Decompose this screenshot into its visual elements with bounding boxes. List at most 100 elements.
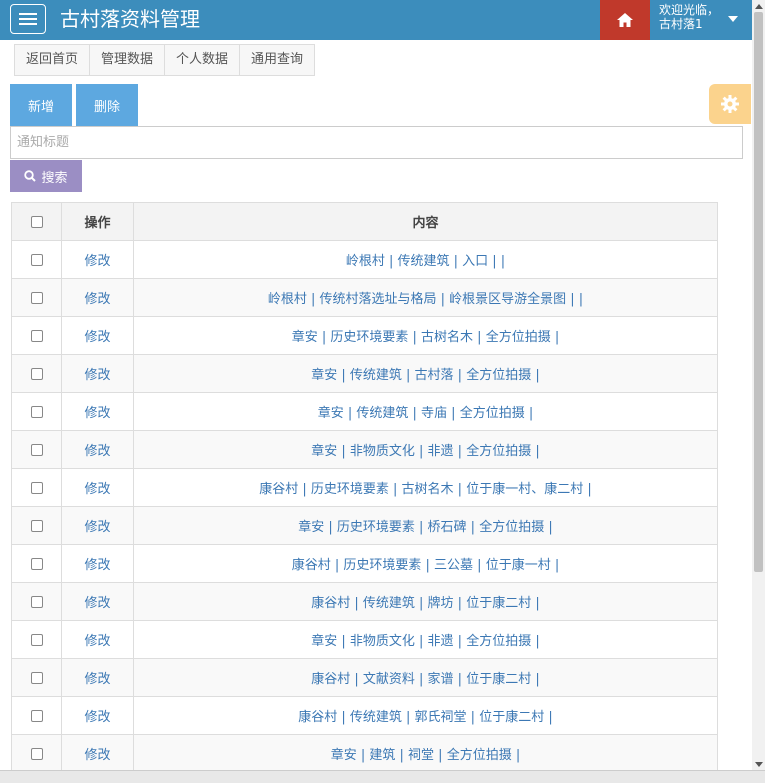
row-checkbox[interactable] (30, 519, 43, 532)
row-content-link[interactable]: 章安 | 历史环境要素 | 桥石碑 | 全方位拍摄 | (298, 520, 552, 535)
edit-link[interactable]: 修改 (84, 292, 110, 307)
row-select-cell (11, 354, 62, 393)
row-checkbox[interactable] (30, 595, 43, 608)
row-content-cell: 康谷村 | 历史环境要素 | 三公墓 | 位于康一村 | (133, 544, 718, 583)
row-action-cell: 修改 (61, 734, 134, 773)
browser-status-bar (0, 770, 765, 783)
scroll-down-icon[interactable] (755, 762, 763, 767)
row-action-cell: 修改 (61, 240, 134, 279)
table-row: 修改 康谷村 | 传统建筑 | 牌坊 | 位于康二村 | (11, 582, 718, 621)
user-menu[interactable]: 欢迎光临， 古村落1 (651, 0, 752, 40)
row-checkbox[interactable] (30, 709, 43, 722)
row-action-cell: 修改 (61, 658, 134, 697)
table-row: 修改 康谷村 | 历史环境要素 | 古树名木 | 位于康一村、康二村 | (11, 468, 718, 507)
row-content-cell: 章安 | 建筑 | 祠堂 | 全方位拍摄 | (133, 734, 718, 773)
row-content-link[interactable]: 章安 | 传统建筑 | 寺庙 | 全方位拍摄 | (318, 406, 533, 421)
hamburger-menu-icon[interactable] (10, 4, 46, 34)
app-title: 古村落资料管理 (60, 7, 200, 31)
edit-link[interactable]: 修改 (84, 254, 110, 269)
row-content-link[interactable]: 章安 | 传统建筑 | 古村落 | 全方位拍摄 | (311, 368, 539, 383)
tab-personal-data[interactable]: 个人数据 (165, 44, 241, 76)
row-select-cell (11, 468, 62, 507)
row-content-cell: 康谷村 | 传统建筑 | 牌坊 | 位于康二村 | (133, 582, 718, 621)
search-input[interactable] (10, 126, 743, 159)
search-icon (24, 170, 37, 182)
edit-link[interactable]: 修改 (84, 406, 110, 421)
edit-link[interactable]: 修改 (84, 444, 110, 459)
row-action-cell: 修改 (61, 582, 134, 621)
edit-link[interactable]: 修改 (84, 748, 110, 763)
column-header-content: 内容 (133, 202, 718, 241)
row-content-link[interactable]: 康谷村 | 历史环境要素 | 三公墓 | 位于康一村 | (292, 558, 559, 573)
row-action-cell: 修改 (61, 316, 134, 355)
table-row: 修改 康谷村 | 文献资料 | 家谱 | 位于康二村 | (11, 658, 718, 697)
row-content-link[interactable]: 章安 | 建筑 | 祠堂 | 全方位拍摄 | (331, 748, 520, 763)
row-select-cell (11, 316, 62, 355)
row-checkbox[interactable] (30, 633, 43, 646)
row-content-link[interactable]: 岭根村 | 传统建筑 | 入口 | | (346, 254, 505, 269)
scroll-up-icon[interactable] (755, 4, 763, 9)
row-content-cell: 章安 | 历史环境要素 | 古树名木 | 全方位拍摄 | (133, 316, 718, 355)
table-row: 修改 章安 | 传统建筑 | 寺庙 | 全方位拍摄 | (11, 392, 718, 431)
row-content-link[interactable]: 章安 | 非物质文化 | 非遗 | 全方位拍摄 | (311, 634, 539, 649)
row-checkbox[interactable] (30, 671, 43, 684)
edit-link[interactable]: 修改 (84, 672, 110, 687)
row-checkbox[interactable] (30, 443, 43, 456)
row-checkbox[interactable] (30, 329, 43, 342)
vertical-scrollbar[interactable] (752, 0, 765, 770)
row-content-cell: 章安 | 非物质文化 | 非遗 | 全方位拍摄 | (133, 430, 718, 469)
username: 古村落1 (659, 17, 703, 31)
row-select-cell (11, 506, 62, 545)
row-content-link[interactable]: 康谷村 | 历史环境要素 | 古树名木 | 位于康一村、康二村 | (259, 482, 591, 497)
row-content-link[interactable]: 康谷村 | 传统建筑 | 郭氏祠堂 | 位于康二村 | (298, 710, 552, 725)
row-checkbox[interactable] (30, 557, 43, 570)
row-content-link[interactable]: 章安 | 非物质文化 | 非遗 | 全方位拍摄 | (311, 444, 539, 459)
row-content-link[interactable]: 康谷村 | 传统建筑 | 牌坊 | 位于康二村 | (311, 596, 539, 611)
row-content-cell: 岭根村 | 传统村落选址与格局 | 岭根景区导游全景图 | | (133, 278, 718, 317)
row-content-cell: 康谷村 | 文献资料 | 家谱 | 位于康二村 | (133, 658, 718, 697)
add-button[interactable]: 新增 (10, 84, 72, 126)
row-checkbox[interactable] (30, 253, 43, 266)
settings-button[interactable] (709, 84, 751, 124)
row-content-cell: 岭根村 | 传统建筑 | 入口 | | (133, 240, 718, 279)
row-select-cell (11, 544, 62, 583)
row-select-cell (11, 582, 62, 621)
delete-button[interactable]: 删除 (76, 84, 138, 126)
table-row: 修改 章安 | 非物质文化 | 非遗 | 全方位拍摄 | (11, 620, 718, 659)
tab-home[interactable]: 返回首页 (14, 44, 91, 76)
search-button[interactable]: 搜索 (10, 160, 82, 192)
select-all-checkbox[interactable] (30, 215, 43, 228)
table-row: 修改 章安 | 历史环境要素 | 桥石碑 | 全方位拍摄 | (11, 506, 718, 545)
row-action-cell: 修改 (61, 468, 134, 507)
home-button[interactable] (600, 0, 650, 40)
row-action-cell: 修改 (61, 354, 134, 393)
edit-link[interactable]: 修改 (84, 558, 110, 573)
row-checkbox[interactable] (30, 405, 43, 418)
tab-general-query[interactable]: 通用查询 (240, 44, 316, 76)
nav-tabs: 返回首页 管理数据 个人数据 通用查询 (14, 44, 316, 76)
edit-link[interactable]: 修改 (84, 482, 110, 497)
edit-link[interactable]: 修改 (84, 368, 110, 383)
row-content-link[interactable]: 岭根村 | 传统村落选址与格局 | 岭根景区导游全景图 | | (268, 292, 583, 307)
row-content-link[interactable]: 康谷村 | 文献资料 | 家谱 | 位于康二村 | (311, 672, 539, 687)
edit-link[interactable]: 修改 (84, 520, 110, 535)
table-row: 修改 章安 | 建筑 | 祠堂 | 全方位拍摄 | (11, 734, 718, 773)
scroll-thumb[interactable] (754, 12, 763, 572)
row-checkbox[interactable] (30, 481, 43, 494)
tab-manage-data[interactable]: 管理数据 (90, 44, 166, 76)
row-checkbox[interactable] (30, 747, 43, 760)
row-checkbox[interactable] (30, 367, 43, 380)
edit-link[interactable]: 修改 (84, 710, 110, 725)
row-action-cell: 修改 (61, 696, 134, 735)
edit-link[interactable]: 修改 (84, 596, 110, 611)
table-body: 修改 岭根村 | 传统建筑 | 入口 | | 修改 岭根村 | 传统村落选址与格局 |… (11, 240, 718, 773)
row-content-link[interactable]: 章安 | 历史环境要素 | 古树名木 | 全方位拍摄 | (292, 330, 559, 345)
table-row: 修改 岭根村 | 传统建筑 | 入口 | | (11, 240, 718, 279)
row-select-cell (11, 734, 62, 773)
table-row: 修改 康谷村 | 历史环境要素 | 三公墓 | 位于康一村 | (11, 544, 718, 583)
edit-link[interactable]: 修改 (84, 330, 110, 345)
row-action-cell: 修改 (61, 620, 134, 659)
home-icon (617, 13, 633, 27)
row-checkbox[interactable] (30, 291, 43, 304)
edit-link[interactable]: 修改 (84, 634, 110, 649)
